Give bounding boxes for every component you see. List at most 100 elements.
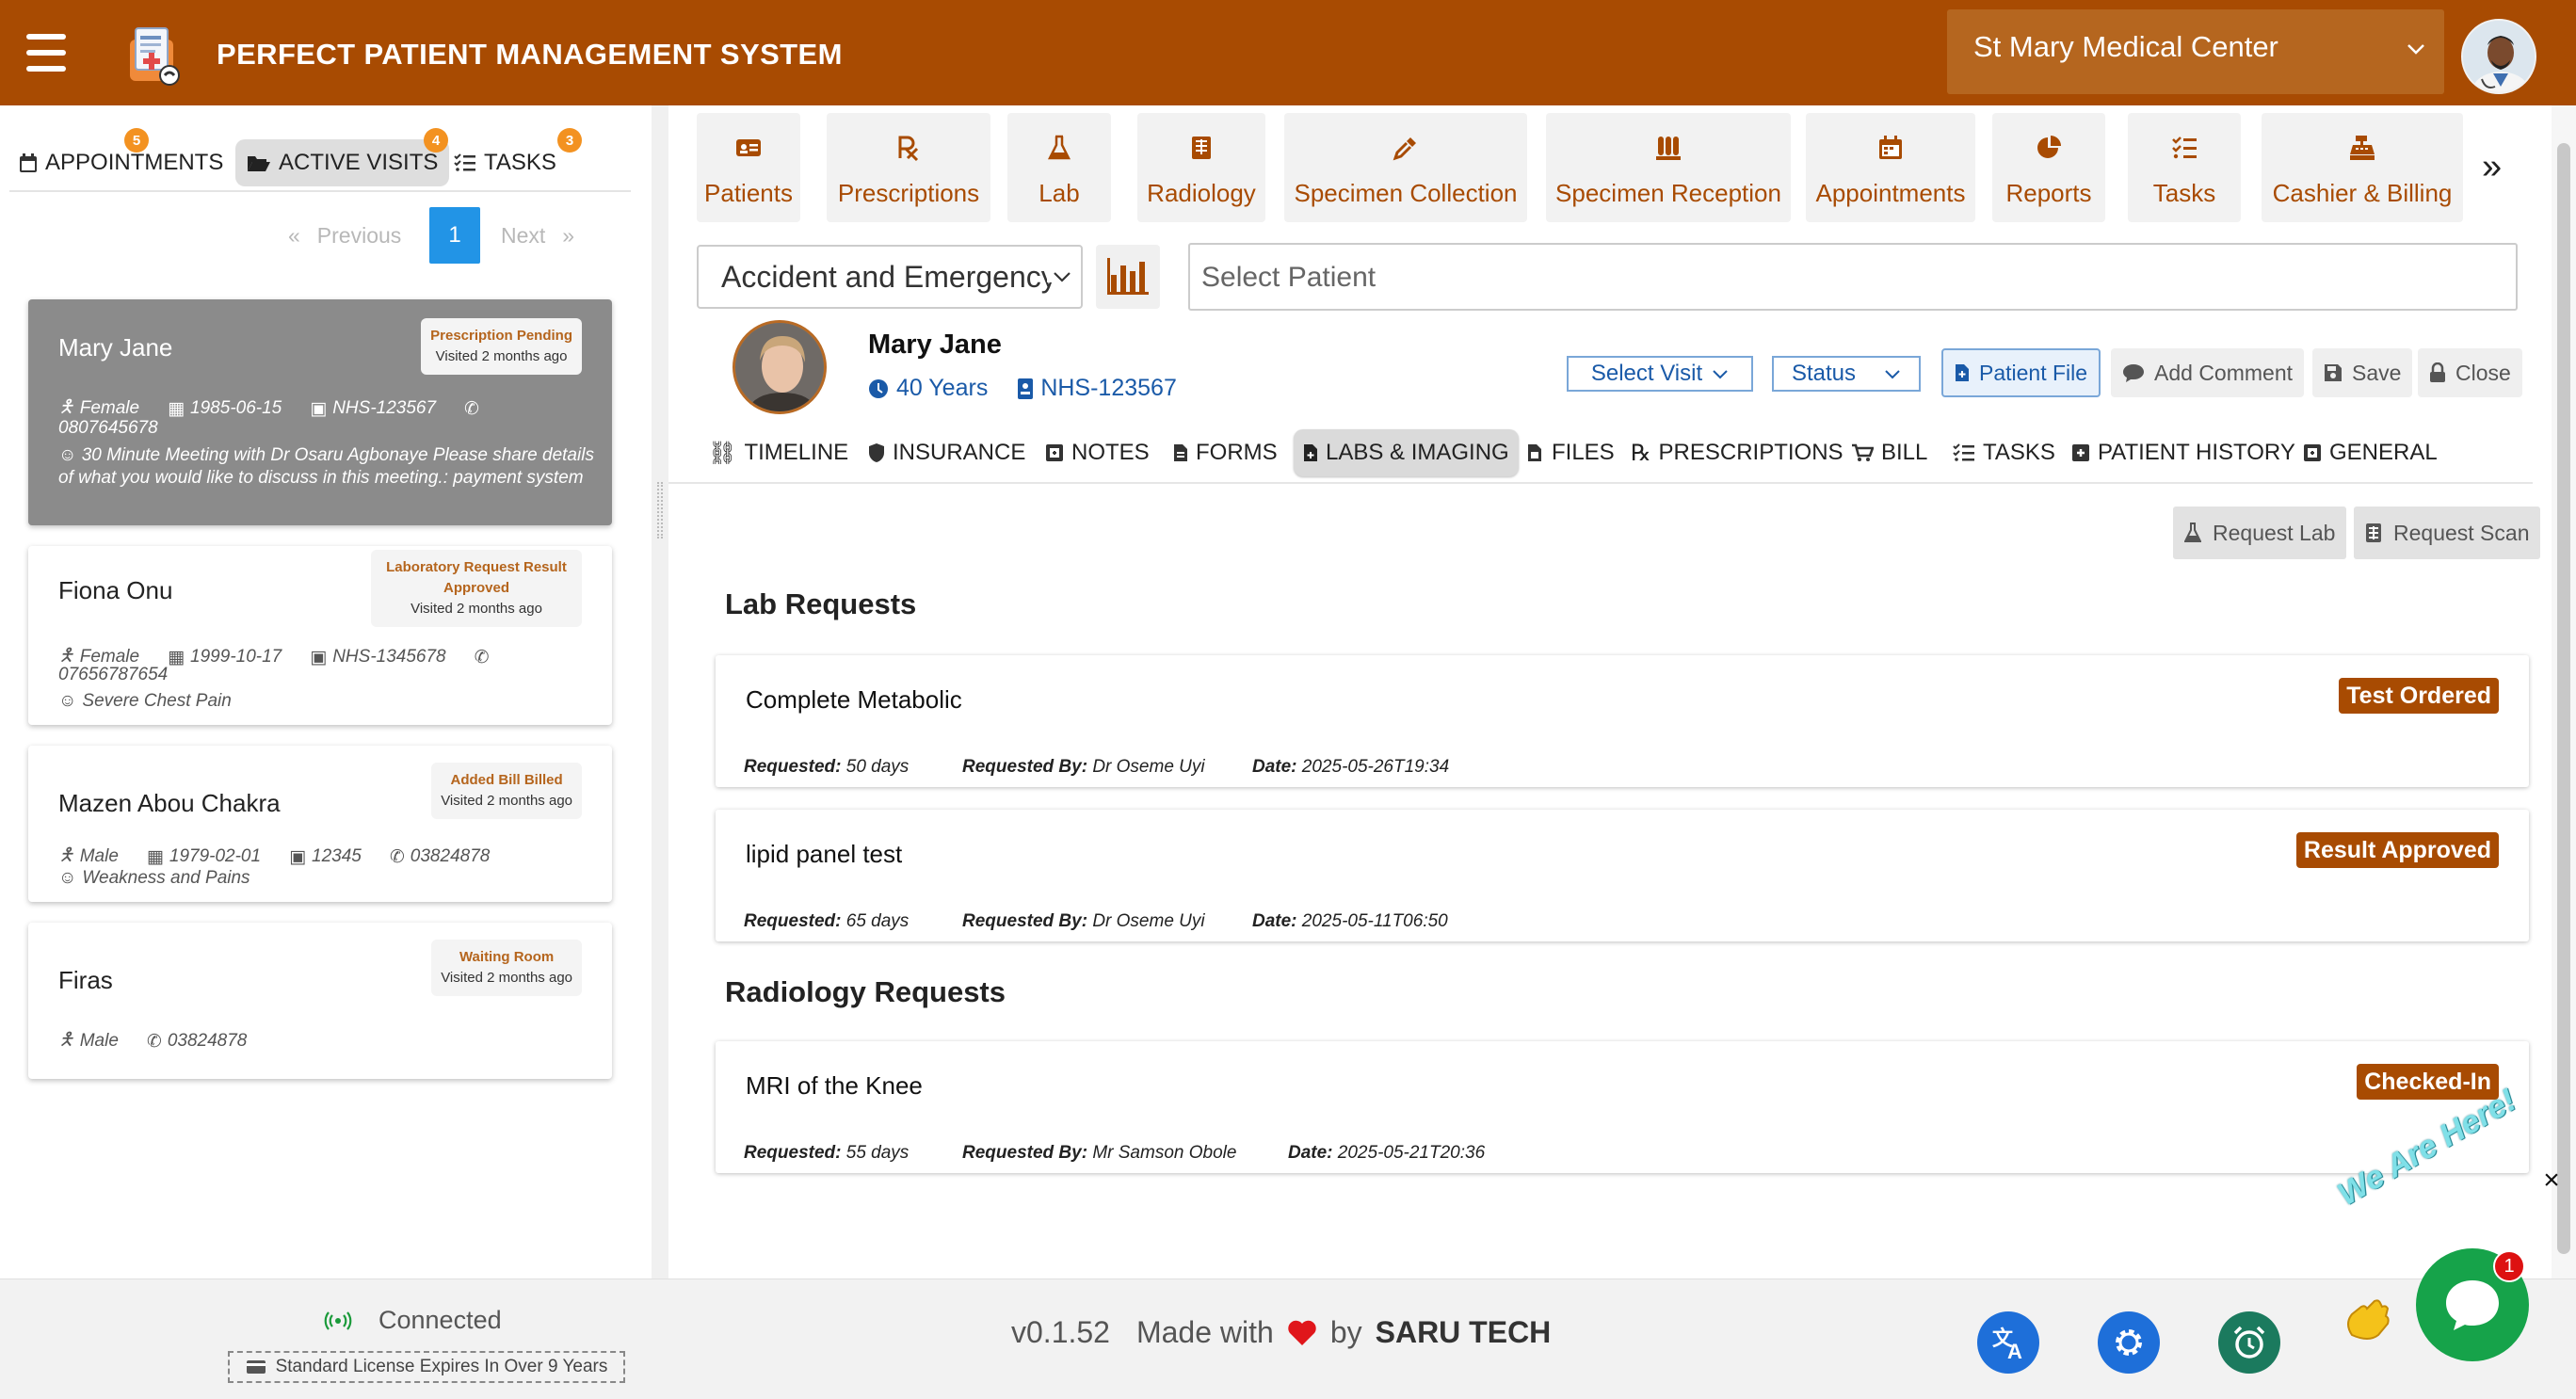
requested-by-label: Requested By: <box>962 911 1088 931</box>
radiology-request-card[interactable]: MRI of the Knee Checked-In Requested: 55… <box>716 1041 2529 1173</box>
visit-phone: 03824878 <box>410 846 491 866</box>
visit-patient-name: Fiona Onu <box>58 576 173 604</box>
visit-card[interactable]: Mary Jane Prescription Pending Visited 2… <box>28 299 612 525</box>
visit-note: ☺ Weakness and Pains <box>58 868 250 889</box>
tab-forms[interactable]: FORMS <box>1173 429 1278 476</box>
waving-hand-icon <box>2341 1297 2397 1344</box>
tab-timeline[interactable]: ⛓ TIMELINE <box>708 429 848 476</box>
nav-specimen-reception-label: Specimen Reception <box>1555 179 1781 207</box>
chat-close-icon[interactable]: × <box>2540 1165 2563 1196</box>
tab-labs-imaging[interactable]: LABS & IMAGING <box>1294 429 1519 476</box>
tab-bill[interactable]: BILL <box>1851 429 1927 476</box>
made-with-text: Made with <box>1135 1315 1274 1349</box>
app-logo-icon <box>126 24 186 88</box>
tab-appointments[interactable]: APPOINTMENTS <box>19 139 223 186</box>
visit-meta: 🯅 Male ✆ 03824878 <box>58 1026 247 1056</box>
date-label: Date: <box>1252 757 1297 777</box>
lab-request-card[interactable]: Complete Metabolic Test Ordered Requeste… <box>716 655 2529 787</box>
person-icon: 🯅 <box>58 1030 74 1050</box>
tab-files[interactable]: FILES <box>1527 429 1615 476</box>
nav-tasks[interactable]: Tasks <box>2128 113 2241 222</box>
tab-bill-label: BILL <box>1881 440 1928 465</box>
footer-credits: v0.1.52 Made with by SARU TECH <box>1011 1315 1551 1350</box>
request-date: Date: 2025-05-26T19:34 <box>1252 757 1449 778</box>
eyedropper-icon <box>1392 134 1420 162</box>
add-comment-button[interactable]: Add Comment <box>2111 348 2305 397</box>
comment-icon <box>2122 362 2145 383</box>
tab-active-visits-label: ACTIVE VISITS <box>279 150 439 175</box>
nav-lab[interactable]: Lab <box>1007 113 1111 222</box>
status-dropdown[interactable]: Status <box>1772 356 1921 392</box>
visit-gender: Male <box>79 846 119 866</box>
nav-more-button[interactable]: » <box>2482 147 2502 187</box>
pie-chart-icon <box>2035 134 2063 162</box>
task-list-icon <box>1953 443 1975 462</box>
visit-card[interactable]: Fiona Onu Laboratory Request Result Appr… <box>28 546 612 725</box>
tab-general[interactable]: GENERAL <box>2303 429 2438 476</box>
pager-previous[interactable]: « Previous <box>288 207 401 264</box>
facility-select[interactable]: St Mary Medical Center <box>1947 9 2444 94</box>
visit-note: ☺ Severe Chest Pain <box>58 691 232 712</box>
nav-prescriptions[interactable]: Prescriptions <box>827 113 990 222</box>
visit-phone: 03824878 <box>167 1031 248 1051</box>
panel-resize-handle[interactable] <box>652 105 668 1278</box>
patient-search-input[interactable]: Select Patient <box>1188 243 2518 311</box>
file-plus-icon <box>1955 363 1970 382</box>
radiology-icon <box>1187 134 1216 162</box>
request-requested: Requested: 65 days <box>744 911 909 932</box>
tab-timeline-label: TIMELINE <box>744 440 849 465</box>
main-scrollbar[interactable] <box>2552 105 2576 1278</box>
menu-icon[interactable] <box>26 34 66 72</box>
tab-prescriptions[interactable]: ℞ PRESCRIPTIONS <box>1631 429 1843 476</box>
department-label: Accident and Emergency <box>721 260 1056 294</box>
tab-insurance[interactable]: INSURANCE <box>868 429 1025 476</box>
visit-phone: 0807645678 <box>58 418 158 438</box>
tab-patient-history[interactable]: PATIENT HISTORY <box>2071 429 2295 476</box>
request-lab-button[interactable]: Request Lab <box>2173 507 2347 559</box>
signal-icon <box>324 1311 352 1330</box>
request-status-badge: Checked-In <box>2357 1064 2499 1100</box>
nav-cashier-billing[interactable]: Cashier & Billing <box>2262 113 2463 222</box>
select-visit-dropdown[interactable]: Select Visit <box>1567 356 1753 392</box>
date-value: 2025-05-26T19:34 <box>1301 757 1450 777</box>
visit-status-text: Laboratory Request Result Approved <box>386 559 567 596</box>
phone-icon: ✆ <box>464 398 479 419</box>
request-scan-button[interactable]: Request Scan <box>2354 507 2541 559</box>
nav-reports[interactable]: Reports <box>1992 113 2105 222</box>
visit-card[interactable]: Firas Waiting Room Visited 2 months ago … <box>28 923 612 1079</box>
nav-radiology[interactable]: Radiology <box>1137 113 1265 222</box>
tab-tasks[interactable]: TASKS <box>454 139 556 186</box>
tab-active-visits[interactable]: ACTIVE VISITS <box>235 139 450 186</box>
visit-card[interactable]: Mazen Abou Chakra Added Bill Billed Visi… <box>28 746 612 902</box>
lab-request-card[interactable]: lipid panel test Result Approved Request… <box>716 810 2529 941</box>
patient-file-button[interactable]: Patient File <box>1941 348 2101 397</box>
alarm-button[interactable] <box>2218 1311 2280 1374</box>
id-card-icon <box>734 134 763 162</box>
pager-page-1[interactable]: 1 <box>429 207 480 264</box>
pager-next[interactable]: Next » <box>501 207 574 264</box>
settings-button[interactable] <box>2098 1311 2160 1374</box>
nav-specimen-reception[interactable]: Specimen Reception <box>1546 113 1791 222</box>
nav-specimen-collection[interactable]: Specimen Collection <box>1284 113 1527 222</box>
tab-notes[interactable]: NOTES <box>1045 429 1150 476</box>
scrollbar-thumb[interactable] <box>2557 143 2570 1254</box>
translate-button[interactable]: 文A <box>1977 1311 2039 1374</box>
date-label: Date: <box>1252 911 1297 931</box>
request-requested-by: Requested By: Dr Oseme Uyi <box>962 911 1205 932</box>
nav-radiology-label: Radiology <box>1147 179 1256 207</box>
nav-appointments[interactable]: Appointments <box>1806 113 1975 222</box>
tasks-count-badge: 3 <box>557 128 582 153</box>
id-badge-icon: ▣ <box>289 846 307 867</box>
request-date: Date: 2025-05-11T06:50 <box>1252 911 1448 932</box>
save-button[interactable]: Save <box>2312 348 2413 397</box>
visit-status-badge: Waiting Room Visited 2 months ago <box>431 940 582 996</box>
status-label: Status <box>1791 361 1857 386</box>
department-select[interactable]: Accident and Emergency <box>697 245 1083 309</box>
nav-prescriptions-label: Prescriptions <box>837 179 980 207</box>
shield-icon <box>868 442 885 463</box>
bar-chart-button[interactable] <box>1096 245 1160 309</box>
nav-patients[interactable]: Patients <box>697 113 800 222</box>
user-avatar[interactable] <box>2461 19 2536 94</box>
close-button[interactable]: Close <box>2418 348 2522 397</box>
tab-tasks[interactable]: TASKS <box>1953 429 2055 476</box>
